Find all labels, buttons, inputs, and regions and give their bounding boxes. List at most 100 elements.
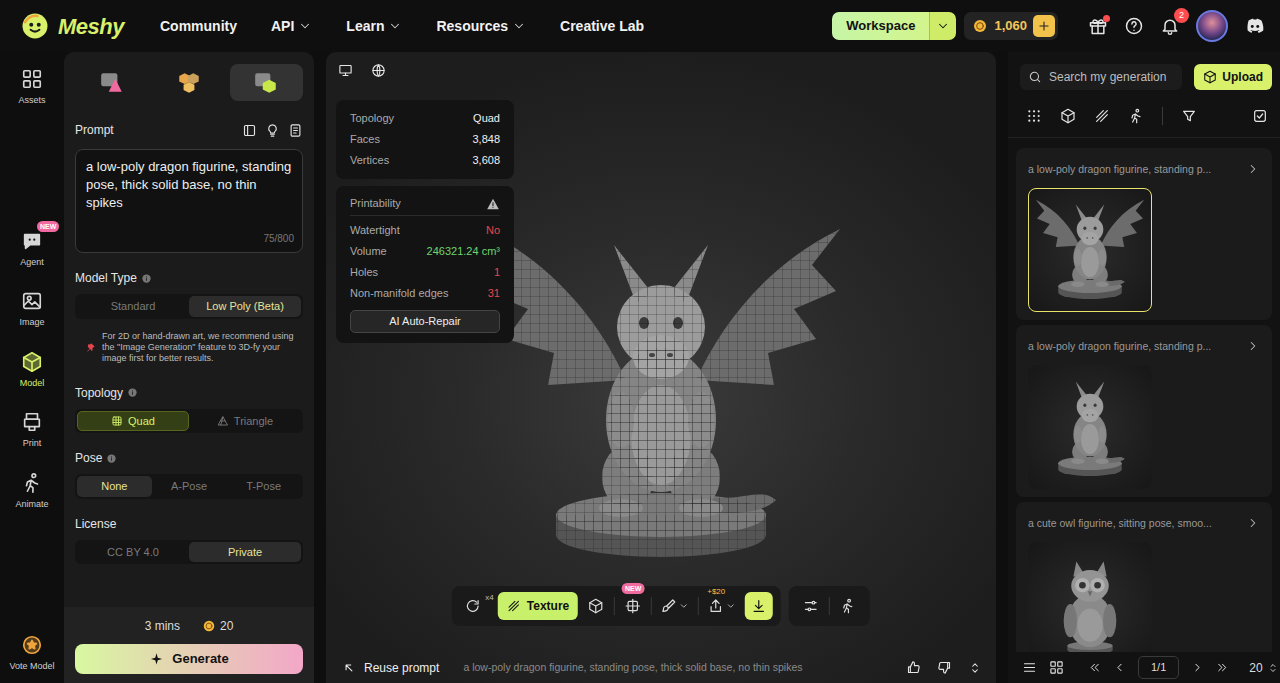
check-value: 31: [488, 283, 500, 304]
cube-icon: [1203, 70, 1217, 84]
display-mode-button[interactable]: [338, 63, 353, 78]
quad-icon: [111, 415, 123, 427]
caret-down-icon: [298, 19, 312, 33]
new-badge: NEW: [37, 221, 59, 232]
remesh-button[interactable]: NEW: [619, 592, 647, 620]
credits-balance[interactable]: 1,060: [964, 12, 1058, 40]
credits-count: 1,060: [994, 16, 1027, 36]
list-view-button[interactable]: [1022, 660, 1037, 675]
reuse-prompt-button[interactable]: Reuse prompt: [342, 659, 439, 677]
meshy-logo[interactable]: Meshy: [20, 10, 124, 43]
side-nav-item[interactable]: Print: [2, 409, 62, 453]
prev-page-button[interactable]: [1113, 661, 1126, 674]
discord-button[interactable]: [1244, 15, 1266, 37]
workspace-dropdown-button[interactable]: [929, 12, 956, 40]
option-button[interactable]: T-Pose: [226, 476, 301, 497]
nav-link[interactable]: Resources: [436, 16, 526, 37]
side-nav-item[interactable]: Image: [2, 288, 62, 332]
multi-image-to-3d-tab[interactable]: [152, 64, 225, 101]
mesh-view-button[interactable]: [582, 592, 610, 620]
side-nav-label: Animate: [15, 498, 48, 512]
side-nav-item[interactable]: Vote Model: [2, 632, 62, 676]
search-input[interactable]: [1049, 68, 1174, 86]
all-filter-button[interactable]: [1026, 108, 1042, 124]
text-to-3d-tab[interactable]: [230, 64, 303, 101]
dislike-button[interactable]: [937, 660, 952, 675]
side-nav-item[interactable]: AgentNEW: [2, 228, 62, 272]
paint-button[interactable]: [656, 592, 694, 620]
nav-link[interactable]: Learn: [346, 16, 402, 37]
generation-card[interactable]: a cute owl figurine, sitting pose, smoo.…: [1016, 502, 1272, 652]
option-button[interactable]: Triangle: [189, 411, 301, 432]
prompt-library-button[interactable]: [288, 123, 303, 138]
last-page-button[interactable]: [1216, 661, 1229, 674]
auto-repair-button[interactable]: AI Auto-Repair: [350, 310, 500, 333]
user-avatar[interactable]: [1196, 10, 1228, 42]
expand-button[interactable]: [968, 661, 982, 675]
last-page-icon: [1216, 661, 1229, 674]
notifications-button[interactable]: 2: [1160, 16, 1180, 36]
image-to-3d-tab[interactable]: [75, 64, 148, 101]
retry-button[interactable]: x4: [460, 592, 494, 620]
nav-link[interactable]: Community: [160, 16, 237, 37]
tool-nav: AgentNEW Image Model Print Animate: [2, 228, 62, 514]
prompt-layout-button[interactable]: [242, 123, 257, 138]
help-button[interactable]: [1124, 16, 1144, 36]
price-tag: +$20: [707, 587, 725, 596]
texture-label: Texture: [527, 597, 569, 615]
option-button[interactable]: A-Pose: [152, 476, 227, 497]
caret-down-icon: [512, 19, 526, 33]
grid-view-button[interactable]: [1049, 660, 1064, 675]
option-button[interactable]: Quad: [77, 411, 189, 432]
option-button[interactable]: None: [77, 476, 152, 497]
generate-button[interactable]: Generate: [75, 644, 303, 674]
export-button[interactable]: +$20: [703, 592, 741, 620]
generation-title: a cute owl figurine, sitting pose, smoo.…: [1028, 516, 1238, 530]
add-credits-button[interactable]: [1033, 15, 1055, 37]
thumbs-down-icon: [937, 660, 952, 675]
license-label: License: [75, 515, 116, 533]
animate-button[interactable]: [834, 592, 862, 620]
side-nav-item[interactable]: Model: [2, 349, 62, 393]
adjust-button[interactable]: [797, 592, 825, 620]
generation-thumbnail[interactable]: [1028, 365, 1152, 489]
environment-button[interactable]: [371, 63, 386, 78]
workspace-button[interactable]: Workspace: [832, 12, 929, 40]
texture-button[interactable]: Texture: [498, 592, 578, 620]
first-page-button[interactable]: [1088, 661, 1101, 674]
select-button[interactable]: [1252, 108, 1268, 124]
per-page-select[interactable]: 20: [1249, 659, 1278, 677]
model-viewport[interactable]: TopologyQuadFaces3,848Vertices3,608Print…: [326, 52, 996, 652]
like-button[interactable]: [906, 660, 921, 675]
texture-filter-button[interactable]: [1094, 108, 1110, 124]
filter-button[interactable]: [1181, 108, 1197, 124]
page-indicator[interactable]: 1/1: [1138, 656, 1179, 679]
top-bar: Meshy Community API Learn Resources Creative …: [0, 0, 1280, 52]
side-nav-item[interactable]: Animate: [2, 470, 62, 514]
model-icon: [21, 351, 43, 373]
model-filter-button[interactable]: [1060, 108, 1076, 124]
generation-card[interactable]: a low-poly dragon figurine, standing p..…: [1016, 148, 1272, 320]
next-page-button[interactable]: [1191, 661, 1204, 674]
generation-card[interactable]: a low-poly dragon figurine, standing p..…: [1016, 325, 1272, 497]
nav-link[interactable]: Creative Lab: [560, 16, 644, 37]
prompt-input[interactable]: a low-poly dragon figurine, standing pos…: [75, 149, 303, 253]
prompt-enhance-button[interactable]: [265, 123, 280, 138]
upload-button[interactable]: Upload: [1194, 64, 1272, 90]
option-button[interactable]: Low Poly (Beta): [189, 296, 301, 317]
option-button[interactable]: Private: [189, 542, 301, 563]
side-nav-label: Model: [20, 377, 45, 391]
stat-value: 3,608: [472, 150, 500, 171]
cube-icon: [588, 598, 604, 614]
option-button[interactable]: CC BY 4.0: [77, 542, 189, 563]
generation-thumbnail[interactable]: [1028, 188, 1152, 312]
gifts-button[interactable]: [1088, 16, 1108, 36]
texture-icon: [507, 599, 521, 613]
discord-icon: [1244, 15, 1266, 37]
option-button[interactable]: Standard: [77, 296, 189, 317]
nav-link[interactable]: API: [271, 16, 312, 37]
animation-filter-button[interactable]: [1128, 108, 1144, 124]
generation-thumbnail[interactable]: [1028, 542, 1152, 652]
side-nav-item[interactable]: Assets: [2, 66, 62, 110]
download-button[interactable]: [745, 592, 773, 620]
